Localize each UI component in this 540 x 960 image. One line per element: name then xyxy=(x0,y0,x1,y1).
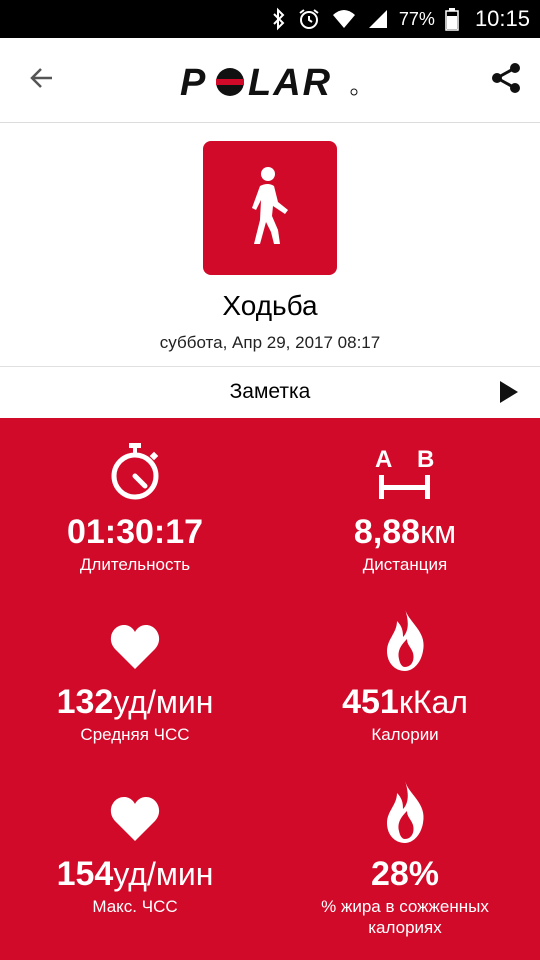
stat-calories: 451кКал Калории xyxy=(270,609,540,745)
fat-burn-value: 28% xyxy=(270,854,540,894)
walking-person-icon xyxy=(240,166,300,251)
duration-value: 01:30:17 xyxy=(0,512,270,552)
heart-icon xyxy=(110,797,160,848)
avg-hr-value: 132уд/мин xyxy=(0,682,270,722)
share-icon xyxy=(488,60,524,101)
flame-icon xyxy=(383,609,427,676)
polar-logo: P LAR xyxy=(180,62,360,102)
bluetooth-icon xyxy=(271,7,287,31)
calories-number: 451 xyxy=(342,683,399,721)
app-bar: P LAR xyxy=(0,38,540,123)
wifi-icon xyxy=(331,7,357,31)
battery-percent: 77% xyxy=(398,8,435,29)
flame-icon xyxy=(383,781,427,848)
svg-text:P: P xyxy=(180,62,207,102)
avg-hr-unit: уд/мин xyxy=(113,684,214,720)
duration-label: Длительность xyxy=(79,555,191,574)
stat-duration: 01:30:17 Длительность xyxy=(0,443,270,575)
stat-avg-hr: 132уд/мин Средняя ЧСС xyxy=(0,616,270,745)
activity-title: Ходьба xyxy=(222,290,318,321)
note-row[interactable]: Заметка xyxy=(0,366,540,417)
arrow-back-icon xyxy=(28,64,56,97)
clock: 10:15 xyxy=(474,6,530,31)
stat-distance: AB 8,88км Дистанция xyxy=(270,446,540,575)
svg-text:B: B xyxy=(417,446,434,473)
avg-hr-number: 132 xyxy=(56,683,114,721)
distance-value: 8,88км xyxy=(270,512,540,552)
play-arrow-icon xyxy=(500,381,518,403)
distance-ab-icon: AB xyxy=(373,445,437,506)
calories-unit: кКал xyxy=(398,684,468,720)
duration-number: 01:30:17 xyxy=(66,513,204,551)
svg-text:LAR: LAR xyxy=(248,62,332,102)
stats-panel: 01:30:17 Длительность AB 8,88км Дистанци… xyxy=(0,418,540,960)
max-hr-unit: уд/мин xyxy=(113,856,214,892)
max-hr-number: 154 xyxy=(56,855,114,893)
fat-burn-label: % жира в сожженных калориях xyxy=(321,897,489,937)
activity-date: суббота, Апр 29, 2017 08:17 xyxy=(159,333,381,352)
distance-unit: км xyxy=(420,514,457,550)
stat-fat-burn: 28% % жира в сожженных калориях xyxy=(270,781,540,938)
status-bar: 77% 10:15 xyxy=(0,0,540,38)
share-button[interactable] xyxy=(486,60,526,100)
calories-value: 451кКал xyxy=(270,682,540,722)
signal-icon xyxy=(367,8,389,30)
heart-icon xyxy=(110,625,160,676)
svg-text:A: A xyxy=(375,446,392,473)
note-label: Заметка xyxy=(229,380,311,403)
fat-burn-number: 28% xyxy=(370,855,440,893)
stopwatch-icon xyxy=(109,443,161,506)
max-hr-value: 154уд/мин xyxy=(0,854,270,894)
stat-max-hr: 154уд/мин Макс. ЧСС xyxy=(0,788,270,917)
avg-hr-label: Средняя ЧСС xyxy=(80,725,190,744)
sport-tile xyxy=(203,141,337,275)
distance-number: 8,88 xyxy=(353,513,421,551)
alarm-icon xyxy=(297,7,321,31)
calories-label: Калории xyxy=(371,725,439,744)
max-hr-label: Макс. ЧСС xyxy=(92,897,178,916)
distance-label: Дистанция xyxy=(362,555,448,574)
back-button[interactable] xyxy=(22,60,62,100)
battery-icon xyxy=(445,7,459,31)
